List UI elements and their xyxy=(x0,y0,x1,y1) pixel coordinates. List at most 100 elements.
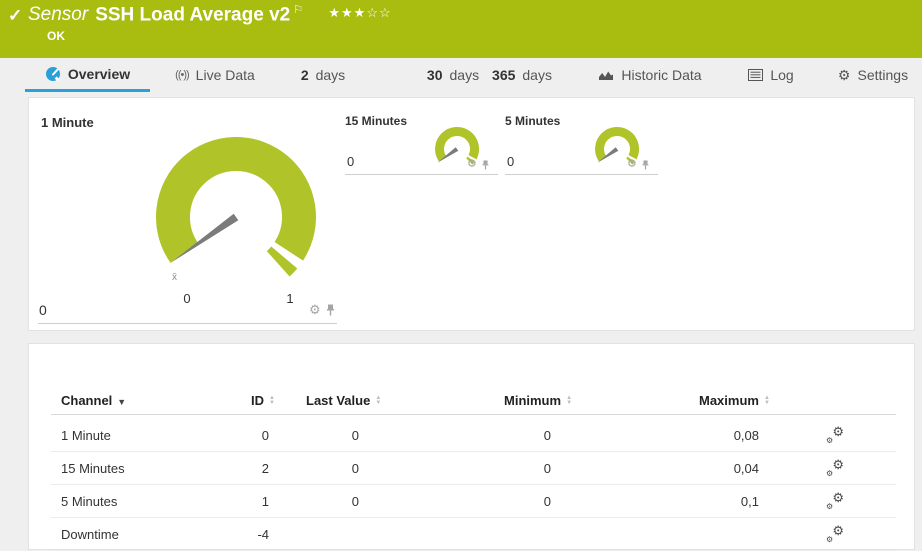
column-header-id-label: ID xyxy=(251,393,264,408)
tab-2-days[interactable]: 2 days xyxy=(293,58,353,92)
channel-settings-button[interactable]: ⚙ ⚙ xyxy=(826,424,844,446)
primary-gauge-chart xyxy=(156,136,316,277)
log-list-icon xyxy=(748,69,764,81)
tab-historic-data-label: Historic Data xyxy=(621,67,702,83)
tab-30-days-unit: days xyxy=(449,67,480,83)
gauge-scale-max: 1 xyxy=(286,291,294,306)
tab-30-days[interactable]: 30 days xyxy=(421,58,485,92)
stars-empty[interactable]: ☆☆ xyxy=(366,5,391,20)
cell-id: 0 xyxy=(261,428,269,443)
cell-channel[interactable]: Downtime xyxy=(61,527,119,542)
tab-settings-label: Settings xyxy=(857,67,909,83)
cell-channel[interactable]: 5 Minutes xyxy=(61,494,117,509)
column-header-channel[interactable]: Channel ▼ xyxy=(61,393,126,408)
table-row[interactable]: 1 Minute 0 0 0 0,08 ⚙ ⚙ xyxy=(51,419,896,452)
gear-icon: ⚙ xyxy=(832,523,844,538)
primary-gauge-value: 0 xyxy=(39,302,47,318)
panel-divider xyxy=(505,174,658,175)
tab-30-days-number: 30 xyxy=(426,67,443,83)
gear-icon: ⚙ xyxy=(832,424,844,439)
stars-filled[interactable]: ★★★ xyxy=(328,5,366,20)
sort-icon: ▲ ▼ xyxy=(566,395,573,406)
channel-settings-button[interactable]: ⚙ ⚙ xyxy=(826,490,844,512)
secondary-gauge-title: 15 Minutes xyxy=(345,114,408,128)
primary-gauge-title: 1 Minute xyxy=(41,115,94,130)
cell-maximum: 0,04 xyxy=(733,461,759,476)
cell-last-value: 0 xyxy=(351,428,359,443)
gear-icon: ⚙ xyxy=(826,469,834,478)
tab-365-days-unit: days xyxy=(522,67,552,83)
table-row[interactable]: 15 Minutes 2 0 0 0,04 ⚙ ⚙ xyxy=(51,452,896,485)
sort-icon: ▲ ▼ xyxy=(269,395,275,406)
status-check-icon: ✓ xyxy=(8,6,23,25)
live-data-icon: ((•)) xyxy=(175,69,189,81)
sort-icon: ▲ ▼ xyxy=(375,395,382,406)
cell-id: 1 xyxy=(261,494,269,509)
overview-gauges-card: 1 Minute x̄ 0 1 0 ⚙ 15 Minutes 0 ⚙ 5 Min… xyxy=(28,97,915,331)
cell-maximum: 0,1 xyxy=(740,494,759,509)
column-header-maximum-label: Maximum xyxy=(699,393,759,408)
gear-icon: ⚙ xyxy=(832,457,844,472)
secondary-gauge-value: 0 xyxy=(347,154,355,169)
column-header-last-value[interactable]: Last Value ▲ ▼ xyxy=(306,393,381,408)
cell-id: 2 xyxy=(261,461,269,476)
area-chart-icon xyxy=(599,71,614,80)
tab-2-days-number: 2 xyxy=(300,67,309,83)
pin-icon[interactable] xyxy=(481,160,490,170)
sort-desc-icon: ▼ xyxy=(117,397,127,407)
priority-stars[interactable]: ★★★☆☆ xyxy=(328,5,391,20)
tab-settings[interactable]: ⚙ Settings xyxy=(836,58,910,92)
cell-channel[interactable]: 1 Minute xyxy=(61,428,111,443)
gauge-icon xyxy=(45,66,60,81)
secondary-panel-actions: ⚙ xyxy=(627,158,650,171)
tab-log-label: Log xyxy=(770,67,794,83)
page-title: SSH Load Average v2 xyxy=(95,4,291,26)
object-kind-label: Sensor xyxy=(28,4,89,26)
pin-icon[interactable] xyxy=(641,160,650,170)
secondary-gauge-title: 5 Minutes xyxy=(505,114,561,128)
tab-log[interactable]: Log xyxy=(744,58,798,92)
cell-last-value: 0 xyxy=(351,494,359,509)
gear-icon[interactable]: ⚙ xyxy=(627,158,637,171)
secondary-panel-actions: ⚙ xyxy=(467,158,490,171)
column-header-minimum-label: Minimum xyxy=(504,393,562,408)
tab-overview-label: Overview xyxy=(67,65,131,82)
sensor-titlebar: ✓ Sensor SSH Load Average v2 ⚐ ★★★☆☆ OK xyxy=(0,0,922,58)
column-header-minimum[interactable]: Minimum ▲ ▼ xyxy=(504,393,572,408)
cell-minimum: 0 xyxy=(543,461,551,476)
tab-live-data-label: Live Data xyxy=(195,67,255,83)
priority-flag-icon[interactable]: ⚐ xyxy=(293,4,303,16)
gear-icon: ⚙ xyxy=(826,535,834,544)
cell-minimum: 0 xyxy=(543,494,551,509)
table-header-divider xyxy=(51,414,896,415)
sort-icon: ▲ ▼ xyxy=(763,395,770,406)
sensor-title-line: Sensor SSH Load Average v2 ⚐ ★★★☆☆ xyxy=(28,3,392,26)
pin-icon[interactable] xyxy=(325,304,336,316)
tab-historic-data[interactable]: Historic Data xyxy=(594,58,706,92)
tab-365-days-number: 365 xyxy=(492,67,516,83)
cell-last-value: 0 xyxy=(351,461,359,476)
average-marker: x̄ xyxy=(172,272,177,283)
column-header-maximum[interactable]: Maximum ▲ ▼ xyxy=(699,393,770,408)
gear-icon: ⚙ xyxy=(832,490,844,505)
gear-icon[interactable]: ⚙ xyxy=(309,303,321,316)
secondary-gauge-value: 0 xyxy=(507,154,515,169)
cell-id: -4 xyxy=(257,527,269,542)
column-header-channel-label: Channel xyxy=(61,393,113,408)
gear-icon[interactable]: ⚙ xyxy=(467,158,477,171)
tab-365-days[interactable]: 365 days xyxy=(487,58,557,92)
status-badge: OK xyxy=(47,29,65,43)
tab-live-data[interactable]: ((•)) Live Data xyxy=(168,58,262,92)
table-row[interactable]: Downtime -4 ⚙ ⚙ xyxy=(51,518,896,551)
tab-overview[interactable]: Overview xyxy=(25,58,150,92)
channel-settings-button[interactable]: ⚙ ⚙ xyxy=(826,457,844,479)
panel-divider xyxy=(38,323,337,324)
channel-settings-button[interactable]: ⚙ ⚙ xyxy=(826,523,844,545)
gauge-scale-min: 0 xyxy=(183,291,191,306)
column-header-id[interactable]: ID ▲ ▼ xyxy=(251,393,275,408)
table-row[interactable]: 5 Minutes 1 0 0 0,1 ⚙ ⚙ xyxy=(51,485,896,518)
gear-icon: ⚙ xyxy=(826,436,834,445)
cell-channel[interactable]: 15 Minutes xyxy=(61,461,125,476)
primary-panel-actions: ⚙ xyxy=(309,303,336,316)
prtg-sensor-page: { "colors": {"brand_green":"#a8bd10","ga… xyxy=(0,0,922,551)
